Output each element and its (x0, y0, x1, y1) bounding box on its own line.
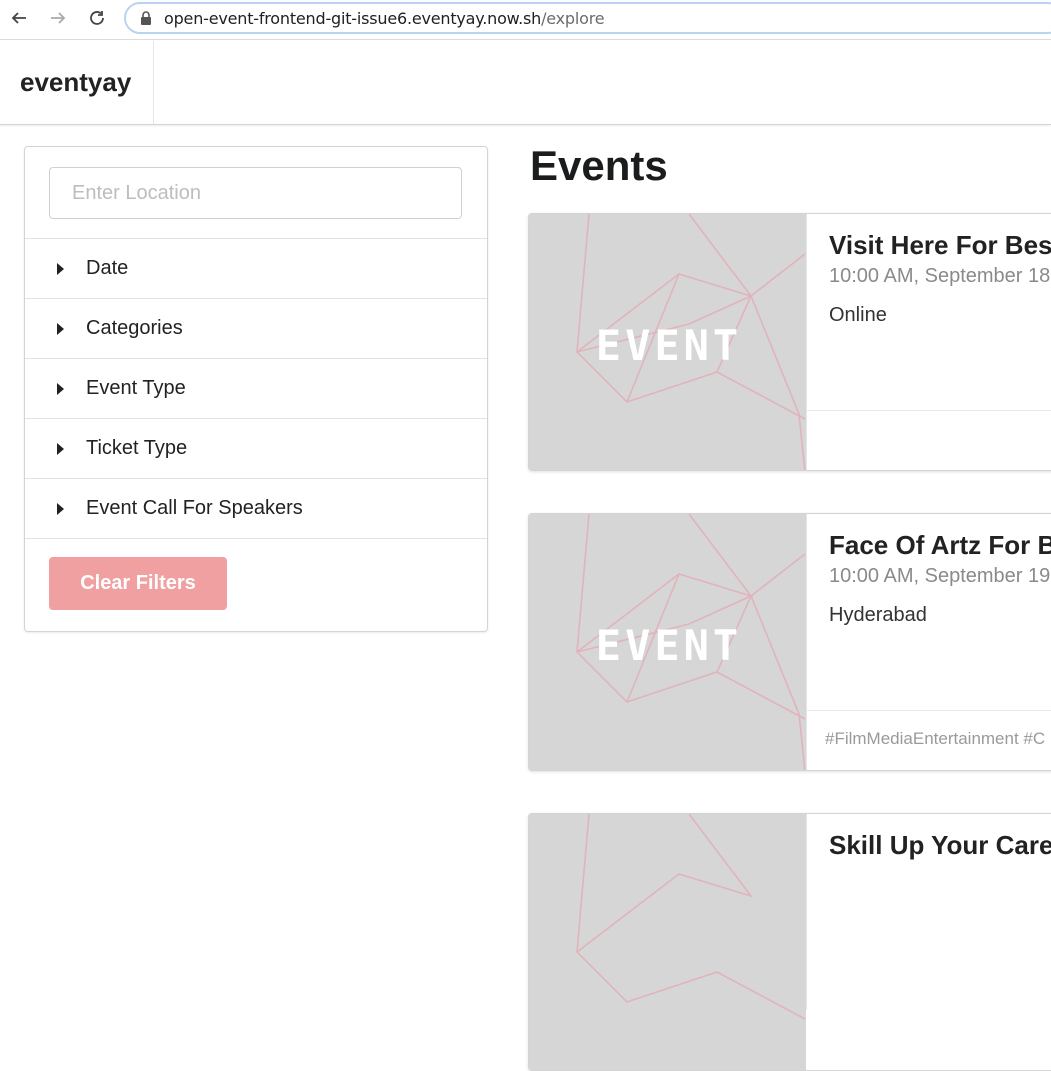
event-location: Online (829, 304, 887, 326)
filter-panel: Date Categories Event Type Ticket Type E… (24, 146, 488, 632)
filter-label: Ticket Type (86, 437, 188, 459)
arrow-left-icon (11, 12, 26, 24)
reload-icon (90, 11, 104, 25)
event-card[interactable]: EVENT Visit Here For Best 10:00 AM, Sept… (528, 213, 1051, 471)
event-image: EVENT (529, 214, 806, 470)
caret-right-icon (57, 262, 64, 275)
event-tags: #FilmMediaEntertainment #C (806, 710, 1051, 770)
event-title[interactable]: Visit Here For Best (829, 230, 1051, 261)
filter-categories[interactable]: Categories (25, 299, 487, 359)
app-header: eventyay (0, 41, 1051, 125)
clear-filters-button[interactable]: Clear Filters (49, 557, 227, 610)
url-host: open-event-frontend-git-issue6.eventyay.… (164, 8, 542, 28)
event-image (529, 814, 806, 1070)
event-time: 10:00 AM, September 18 (829, 265, 1051, 287)
clear-section: Clear Filters (25, 539, 487, 628)
filter-label: Categories (86, 317, 183, 339)
event-tags (806, 410, 1051, 470)
caret-right-icon (57, 502, 64, 515)
event-placeholder-image: EVENT (576, 514, 806, 770)
event-image-label: EVENT (596, 621, 742, 670)
event-image-label: EVENT (596, 321, 742, 370)
event-placeholder-image: EVENT (576, 214, 806, 470)
page-title: Events (530, 142, 668, 189)
filter-label: Event Type (86, 377, 186, 399)
event-title[interactable]: Face Of Artz For Bu (829, 530, 1051, 561)
event-card[interactable]: EVENT Face Of Artz For Bu 10:00 AM, Sept… (528, 513, 1051, 771)
event-details: Visit Here For Best 10:00 AM, September … (806, 214, 1051, 410)
event-card[interactable]: Skill Up Your Caree (528, 813, 1051, 1071)
caret-right-icon (57, 322, 64, 335)
url-text: open-event-frontend-git-issue6.eventyay.… (164, 8, 605, 28)
arrow-right-icon (51, 12, 66, 24)
browser-toolbar: open-event-frontend-git-issue6.eventyay.… (0, 0, 1051, 40)
address-bar[interactable]: open-event-frontend-git-issue6.eventyay.… (124, 2, 1051, 34)
location-section (25, 147, 487, 239)
filter-label: Event Call For Speakers (86, 497, 303, 519)
caret-right-icon (57, 382, 64, 395)
event-time: 10:00 AM, September 19 (829, 565, 1051, 587)
event-details: Skill Up Your Caree (806, 814, 1051, 1010)
event-details: Face Of Artz For Bu 10:00 AM, September … (806, 514, 1051, 710)
event-title[interactable]: Skill Up Your Caree (829, 830, 1051, 861)
location-input[interactable] (49, 167, 462, 219)
event-placeholder-image (576, 814, 806, 1020)
filter-ticket-type[interactable]: Ticket Type (25, 419, 487, 479)
reload-button[interactable] (84, 6, 110, 30)
filter-event-type[interactable]: Event Type (25, 359, 487, 419)
filter-date[interactable]: Date (25, 239, 487, 299)
brand-logo[interactable]: eventyay (0, 41, 154, 124)
event-location: Hyderabad (829, 604, 927, 626)
back-button[interactable] (6, 6, 32, 30)
event-image: EVENT (529, 514, 806, 770)
url-path: /explore (541, 8, 605, 28)
caret-right-icon (57, 442, 64, 455)
forward-button[interactable] (45, 6, 71, 30)
lock-icon (141, 11, 151, 25)
filter-call-for-speakers[interactable]: Event Call For Speakers (25, 479, 487, 539)
filter-label: Date (86, 257, 129, 279)
